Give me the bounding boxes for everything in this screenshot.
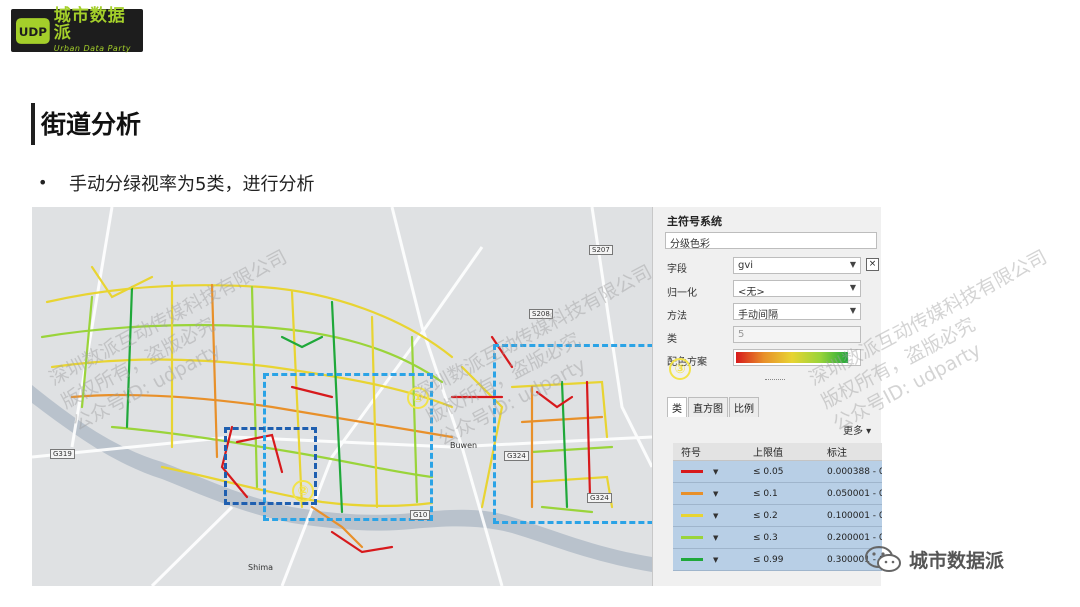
- color-ramp-swatch: [736, 352, 848, 363]
- chevron-down-icon: ▼: [849, 306, 856, 315]
- class-symbol-swatch[interactable]: [681, 470, 703, 473]
- wechat-badge: 城市数据派: [863, 544, 1004, 574]
- bullet-mark: •: [38, 173, 48, 192]
- label-cell[interactable]: 0.100001 - 0: [825, 511, 882, 521]
- normalize-label: 归一化: [667, 288, 697, 299]
- table-row[interactable]: ▼ ≤ 0.1 0.050001 - 0: [673, 483, 882, 505]
- method-select[interactable]: 手动间隔 ▼: [733, 303, 861, 321]
- label-cell[interactable]: 0.050001 - 0: [825, 489, 882, 499]
- chevron-down-icon: ▼: [849, 260, 856, 269]
- field-select[interactable]: gvi ▼: [733, 257, 861, 274]
- panel-header: 主符号系统: [667, 215, 722, 228]
- class-symbol-swatch[interactable]: [681, 514, 703, 517]
- col-upper: 上限值: [753, 448, 783, 459]
- class-count-value: 5: [738, 329, 745, 340]
- symbol-cell[interactable]: ▼: [673, 490, 743, 498]
- class-symbol-swatch[interactable]: [681, 558, 703, 561]
- chevron-down-icon[interactable]: ▼: [713, 512, 718, 520]
- table-row[interactable]: ▼ ≤ 0.99 0.300001 - 0: [673, 549, 882, 571]
- col-symbol: 符号: [681, 448, 701, 459]
- chevron-down-icon[interactable]: ▼: [713, 556, 718, 564]
- wechat-icon: [865, 546, 901, 572]
- marker-2: ②: [292, 480, 314, 502]
- table-row[interactable]: ▼ ≤ 0.05 0.000388 - 0: [673, 461, 882, 483]
- table-row[interactable]: ▼ ≤ 0.3 0.200001 - 0: [673, 527, 882, 549]
- road-shield: S208: [529, 309, 553, 319]
- field-label: 字段: [667, 264, 687, 275]
- tab-scale[interactable]: 比例: [729, 397, 759, 417]
- class-count-input[interactable]: 5: [733, 326, 861, 343]
- tab-classes[interactable]: 类: [667, 397, 687, 417]
- splitter-grip[interactable]: [765, 379, 785, 382]
- color-ramp-select[interactable]: [733, 349, 861, 366]
- class-label: 类: [667, 334, 677, 345]
- udp-logo-icon: UDP: [15, 17, 50, 44]
- marker-1: ①: [407, 387, 429, 409]
- street-gvi-map[interactable]: ① ② Shima Buwen S207 S208 G319 G324 G324…: [32, 207, 652, 586]
- title-accent-bar: [31, 103, 35, 145]
- road-shield: G10: [410, 510, 431, 520]
- logo-en-text: Urban Data Party: [53, 44, 131, 53]
- upper-value-cell[interactable]: ≤ 0.99: [743, 555, 825, 565]
- class-table-header: 符号 上限值 标注: [673, 443, 882, 461]
- road-shield: G324: [587, 493, 612, 503]
- chevron-down-icon[interactable]: ▼: [713, 490, 718, 498]
- symbol-cell[interactable]: ▼: [673, 468, 743, 476]
- method-value: 手动间隔: [738, 310, 778, 321]
- symbol-cell[interactable]: ▼: [673, 556, 743, 564]
- table-row[interactable]: ▼ ≤ 0.2 0.100001 - 0: [673, 505, 882, 527]
- upper-value-cell[interactable]: ≤ 0.1: [743, 489, 825, 499]
- chevron-down-icon[interactable]: ▼: [713, 534, 718, 542]
- chevron-down-icon[interactable]: ▼: [713, 468, 718, 476]
- road-shield: G324: [504, 451, 529, 461]
- field-value: gvi: [738, 260, 754, 271]
- map-label-shima: Shima: [248, 563, 274, 572]
- symbol-cell[interactable]: ▼: [673, 512, 743, 520]
- wechat-account-name: 城市数据派: [909, 549, 1005, 572]
- upper-value-cell[interactable]: ≤ 0.2: [743, 511, 825, 521]
- symbology-panel: 主符号系统 分级色彩 字段 gvi ▼ × 归一化 <无> ▼ 方法 手动间隔 …: [652, 207, 882, 586]
- col-label: 标注: [827, 448, 847, 459]
- road-shield: G319: [50, 449, 75, 459]
- class-table: 符号 上限值 标注 ▼ ≤ 0.05 0.000388 - 0 ▼ ≤ 0.1 0.050…: [673, 443, 882, 571]
- map-label-buwen: Buwen: [450, 441, 478, 450]
- upper-value-cell[interactable]: ≤ 0.05: [743, 467, 825, 477]
- symbology-type-select[interactable]: 分级色彩: [665, 232, 877, 250]
- upper-value-cell[interactable]: ≤ 0.3: [743, 533, 825, 543]
- svg-text:UDP: UDP: [19, 24, 48, 38]
- chevron-down-icon: ▼: [849, 283, 856, 292]
- symbology-type-value: 分级色彩: [670, 239, 710, 250]
- bullet-text: 手动分绿视率为5类，进行分析: [69, 174, 315, 195]
- class-symbol-swatch[interactable]: [681, 492, 703, 495]
- class-symbol-swatch[interactable]: [681, 536, 703, 539]
- normalize-select[interactable]: <无> ▼: [733, 280, 861, 298]
- brand-logo: UDP 城市数据派 Urban Data Party: [11, 6, 143, 53]
- more-menu-button[interactable]: 更多 ▾: [843, 422, 871, 437]
- slide-title: 街道分析: [41, 110, 142, 139]
- area-box-3: [493, 344, 652, 524]
- method-label: 方法: [667, 311, 687, 322]
- symbology-tabs: 类 直方图 比例: [667, 397, 760, 417]
- marker-3: ③: [669, 358, 691, 380]
- close-icon[interactable]: ×: [866, 258, 879, 271]
- logo-cn-text: 城市数据派: [53, 6, 126, 43]
- label-cell[interactable]: 0.000388 - 0: [825, 467, 882, 477]
- normalize-value: <无>: [738, 287, 765, 298]
- tab-histogram[interactable]: 直方图: [688, 397, 728, 417]
- symbol-cell[interactable]: ▼: [673, 534, 743, 542]
- road-shield: S207: [589, 245, 613, 255]
- label-cell[interactable]: 0.200001 - 0: [825, 533, 882, 543]
